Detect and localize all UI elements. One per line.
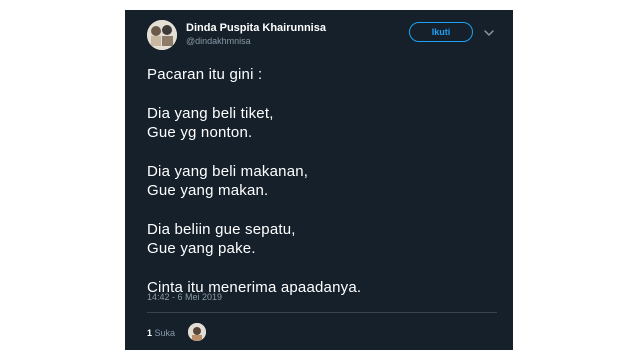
tweet-line: Dia yang beli makanan, [147, 163, 309, 180]
tweet-timestamp[interactable]: 14:42 - 6 Mei 2019 [147, 292, 222, 302]
line-break [147, 200, 497, 220]
likes-count[interactable]: 1 Suka [147, 328, 175, 338]
chevron-down-icon[interactable] [483, 26, 495, 38]
author-name[interactable]: Dinda Puspita Khairunnisa [186, 22, 326, 34]
tweet-line: Pacaran itu gini : [147, 66, 263, 83]
likes-number: 1 [147, 328, 153, 338]
author-handle[interactable]: @dindakhmnisa [186, 36, 251, 46]
avatar-image [147, 20, 177, 50]
line-break [147, 84, 497, 104]
liker-avatar-image [188, 323, 206, 341]
line-break [147, 258, 497, 278]
tweet-card: Dinda Puspita Khairunnisa @dindakhmnisa … [125, 10, 513, 350]
tweet-text: Pacaran itu gini : Dia yang beli tiket, … [147, 65, 497, 297]
tweet-line: Gue yang pake. [147, 240, 256, 257]
tweet-header: Dinda Puspita Khairunnisa @dindakhmnisa … [125, 10, 513, 60]
tweet-line: Gue yang makan. [147, 182, 269, 199]
likes-label: Suka [154, 328, 176, 338]
tweet-line: Dia beliin gue sepatu, [147, 221, 296, 238]
divider [147, 312, 497, 313]
liker-avatar[interactable] [188, 323, 206, 341]
tweet-line: Gue yg nonton. [147, 124, 253, 141]
author-avatar[interactable] [147, 20, 177, 50]
line-break [147, 142, 497, 162]
tweet-line: Dia yang beli tiket, [147, 105, 274, 122]
follow-button[interactable]: Ikuti [409, 22, 473, 42]
